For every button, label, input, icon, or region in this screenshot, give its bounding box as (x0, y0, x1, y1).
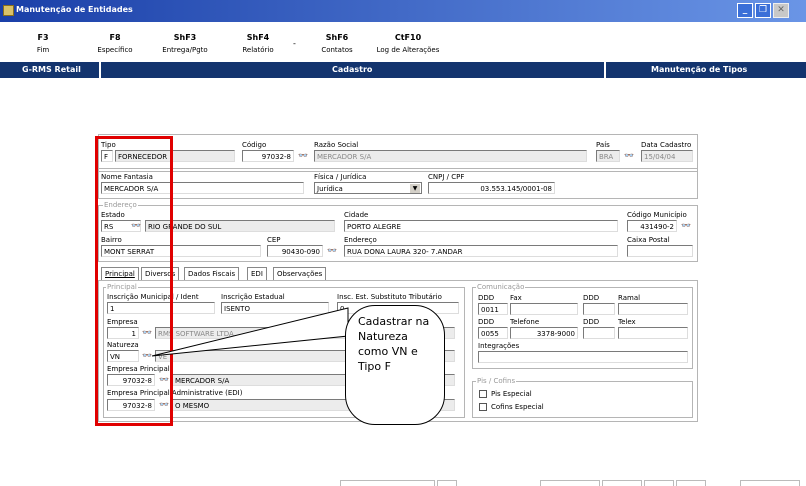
fkey-relatorio[interactable]: ShF4 Relatório (235, 33, 281, 54)
cnpj-field[interactable]: 03.553.145/0001-08 (428, 182, 555, 194)
telefone-field[interactable]: 3378-9000 (510, 327, 578, 339)
binoculars-icon[interactable]: 👓 (326, 245, 338, 257)
estado-nome-field: RIO GRANDE DO SUL (145, 220, 335, 232)
highlight-box (95, 136, 173, 426)
pais-field: BRA (596, 150, 620, 162)
pis-especial-checkbox[interactable] (479, 390, 487, 398)
tab-dados-fiscais[interactable]: Dados Fiscais (184, 267, 240, 280)
telefone-label: Telefone (510, 318, 540, 326)
binoculars-icon[interactable]: 👓 (680, 220, 692, 232)
endereco-field[interactable]: RUA DONA LAURA 320- 7.ANDAR (344, 245, 618, 257)
ddd-ramal-label: DDD (583, 294, 600, 302)
razao-label: Razão Social (314, 141, 359, 149)
band-separator (99, 62, 101, 78)
band-separator (604, 62, 606, 78)
status-cell (437, 480, 457, 486)
cofins-especial-checkbox[interactable] (479, 403, 487, 411)
tab-edi[interactable]: EDI (247, 267, 267, 280)
binoculars-icon[interactable]: 👓 (623, 150, 635, 162)
integracoes-label: Integrações (478, 342, 520, 350)
fkey-fim[interactable]: F3 Fim (28, 33, 58, 54)
telex-field[interactable] (618, 327, 688, 339)
pis-especial-label: Pis Especial (491, 390, 532, 398)
data-cadastro-field: 15/04/04 (641, 150, 693, 162)
tab-observacoes[interactable]: Observações (273, 267, 327, 280)
comunicacao-group-label: Comunicação (476, 283, 526, 291)
ddd-telex-field[interactable] (583, 327, 615, 339)
razao-field: MERCADOR S/A (314, 150, 587, 162)
band-section: Cadastro (332, 65, 373, 74)
toolbar-dash: - (293, 39, 296, 48)
data-cadastro-label: Data Cadastro (641, 141, 692, 149)
close-icon[interactable]: ✕ (773, 3, 789, 18)
fisjur-value: Jurídica (317, 185, 343, 193)
fisjur-select[interactable]: Jurídica ▼ (314, 182, 422, 194)
integracoes-field[interactable] (478, 351, 688, 363)
ramal-label: Ramal (618, 294, 641, 302)
status-cell (740, 480, 800, 486)
fisjur-label: Física / Jurídica (314, 173, 367, 181)
cep-field[interactable]: 90430-090 (267, 245, 323, 257)
chevron-down-icon[interactable]: ▼ (410, 184, 420, 193)
minimize-icon[interactable]: _ (737, 3, 753, 18)
fkey-especifico[interactable]: F8 Específico (90, 33, 140, 54)
title-bar: Manutenção de Entidades _ ❐ ✕ (0, 0, 806, 22)
codigo-field[interactable]: 97032-8 (242, 150, 294, 162)
fax-field[interactable] (510, 303, 578, 315)
app-icon (3, 5, 14, 16)
cep-label: CEP (267, 236, 281, 244)
cofins-especial-label: Cofins Especial (491, 403, 544, 411)
insc-substituto-label: Insc. Est. Substituto Tributário (337, 293, 442, 301)
endereco-label: Endereço (344, 236, 377, 244)
status-band: G-RMS Retail Cadastro Manutenção de Tipo… (0, 62, 806, 78)
function-key-bar: F3 Fim F8 Específico ShF3 Entrega/Pgto ShF4… (0, 22, 806, 62)
pais-label: País (596, 141, 610, 149)
band-app: G-RMS Retail (22, 65, 81, 74)
piscofins-group (472, 381, 693, 418)
caixa-postal-field[interactable] (627, 245, 693, 257)
annotation-callout: Cadastrar na Natureza como VN e Tipo F (345, 305, 445, 425)
status-cell (602, 480, 642, 486)
status-cell (644, 480, 674, 486)
status-cell (676, 480, 706, 486)
codigo-label: Código (242, 141, 267, 149)
fkey-log[interactable]: CtF10 Log de Alterações (372, 33, 444, 54)
telex-label: Telex (618, 318, 636, 326)
status-cell (540, 480, 600, 486)
status-cell (340, 480, 435, 486)
ramal-field[interactable] (618, 303, 688, 315)
caixa-postal-label: Caixa Postal (627, 236, 670, 244)
fkey-contatos[interactable]: ShF6 Contatos (315, 33, 359, 54)
binoculars-icon[interactable]: 👓 (297, 150, 309, 162)
codmun-label: Código Município (627, 211, 687, 219)
piscofins-group-label: Pis / Cofins (476, 377, 517, 385)
ddd-fax-label: DDD (478, 294, 495, 302)
codmun-field[interactable]: 431490-2 (627, 220, 677, 232)
band-screen: Manutenção de Tipos (651, 65, 748, 74)
restore-icon[interactable]: ❐ (755, 3, 771, 18)
fkey-entrega[interactable]: ShF3 Entrega/Pgto (155, 33, 215, 54)
cidade-field[interactable]: PORTO ALEGRE (344, 220, 618, 232)
ddd-fax-field[interactable]: 0011 (478, 303, 508, 315)
ddd-telex-label: DDD (583, 318, 600, 326)
cidade-label: Cidade (344, 211, 369, 219)
window-title: Manutenção de Entidades (16, 5, 133, 14)
cnpj-label: CNPJ / CPF (428, 173, 465, 181)
ddd-telefone-label: DDD (478, 318, 495, 326)
callout-pointer (151, 307, 349, 357)
ddd-ramal-field[interactable] (583, 303, 615, 315)
fax-label: Fax (510, 294, 522, 302)
ddd-telefone-field[interactable]: 0055 (478, 327, 508, 339)
